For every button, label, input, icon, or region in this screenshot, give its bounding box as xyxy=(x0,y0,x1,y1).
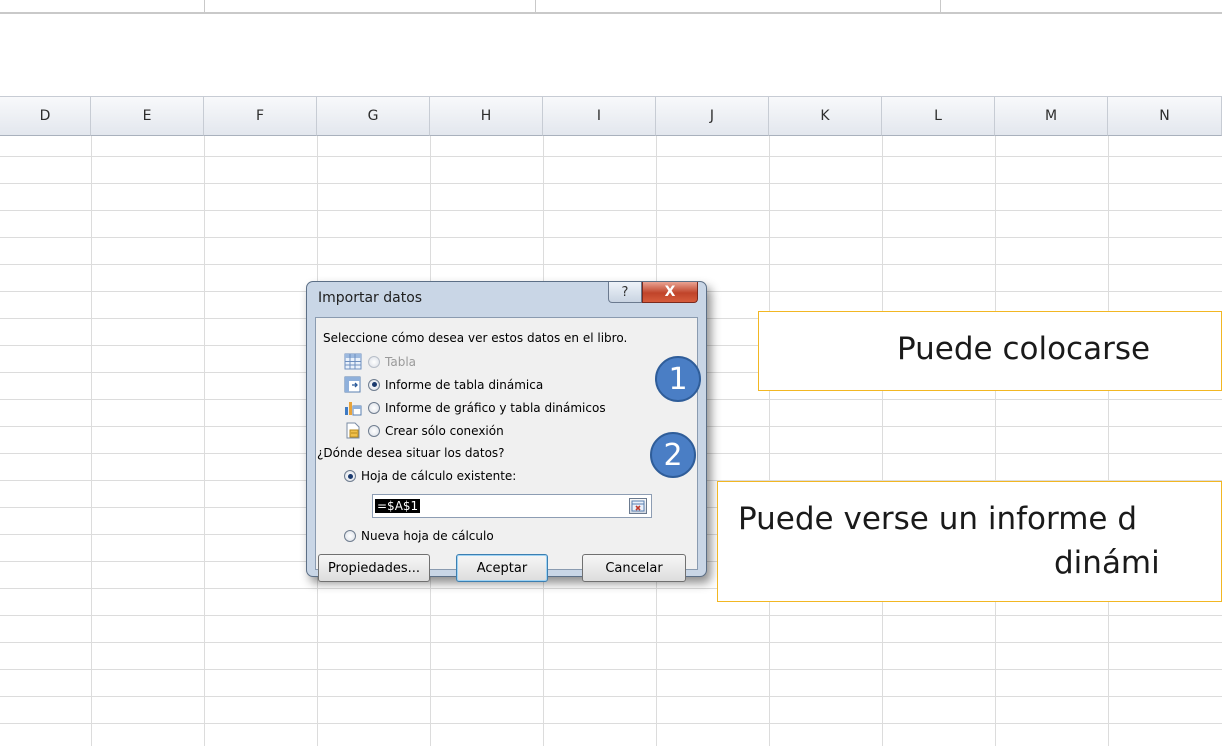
top-strip-divider xyxy=(535,0,536,12)
pivot-table-icon xyxy=(344,376,362,393)
import-data-dialog: Importar datos ? X Seleccione cómo desea… xyxy=(306,281,707,582)
view-prompt: Seleccione cómo desea ver estos datos en… xyxy=(323,331,628,345)
row-gridline xyxy=(0,696,1222,697)
option-connection-only[interactable]: Crear sólo conexión xyxy=(344,422,504,439)
location-prompt: ¿Dónde desea situar los datos? xyxy=(317,446,505,460)
close-icon: X xyxy=(664,284,676,300)
top-strip xyxy=(0,0,1222,14)
option-connection-only-label: Crear sólo conexión xyxy=(385,423,504,438)
option-pivot-chart[interactable]: Informe de gráfico y tabla dinámicos xyxy=(344,399,606,416)
pivot-chart-icon xyxy=(344,399,362,416)
dialog-title: Importar datos xyxy=(318,290,423,306)
column-header-k[interactable]: K xyxy=(769,96,882,136)
row-gridline xyxy=(0,237,1222,238)
option-table-label: Tabla xyxy=(385,354,417,369)
option-pivot-chart-label: Informe de gráfico y tabla dinámicos xyxy=(385,400,606,415)
reference-value: =$A$1 xyxy=(375,499,421,513)
radio-pivot-chart[interactable] xyxy=(368,401,380,414)
option-pivot-table-label: Informe de tabla dinámica xyxy=(385,377,544,392)
option-existing-sheet-label: Hoja de cálculo existente: xyxy=(361,469,517,483)
title-buttons: ? X xyxy=(608,282,698,303)
row-gridline xyxy=(0,669,1222,670)
cancel-button[interactable]: Cancelar xyxy=(582,554,686,582)
top-strip-divider xyxy=(940,0,941,12)
callout-2-line-2: dinámi xyxy=(1054,545,1160,581)
option-pivot-table[interactable]: Informe de tabla dinámica xyxy=(344,376,543,393)
range-select-icon xyxy=(631,500,645,512)
radio-new-sheet[interactable] xyxy=(344,530,356,542)
top-strip-divider xyxy=(204,0,205,12)
column-gridline xyxy=(769,136,770,746)
table-icon xyxy=(344,353,362,370)
radio-pivot-table[interactable] xyxy=(368,378,380,391)
column-header-j[interactable]: J xyxy=(656,96,769,136)
close-button[interactable]: X xyxy=(642,282,698,303)
column-header-h[interactable]: H xyxy=(430,96,543,136)
column-header-d[interactable]: D xyxy=(0,96,91,136)
row-gridline xyxy=(0,210,1222,211)
ok-button[interactable]: Aceptar xyxy=(456,554,548,582)
dialog-body: Seleccione cómo desea ver estos datos en… xyxy=(315,317,698,582)
radio-table[interactable] xyxy=(368,355,380,368)
help-icon: ? xyxy=(621,284,629,300)
callout-1-text: Puede colocarse xyxy=(897,331,1151,367)
column-gridline xyxy=(995,136,996,746)
column-gridline xyxy=(882,136,883,746)
callout-box-2: Puede verse un informe d dinámi xyxy=(717,481,1222,602)
row-gridline xyxy=(0,156,1222,157)
option-new-sheet-label: Nueva hoja de cálculo xyxy=(361,529,494,543)
help-button[interactable]: ? xyxy=(608,282,642,303)
step-marker-2: 2 xyxy=(650,432,696,478)
column-header-l[interactable]: L xyxy=(882,96,995,136)
option-table[interactable]: Tabla xyxy=(344,353,416,370)
option-existing-sheet[interactable]: Hoja de cálculo existente: xyxy=(344,469,516,483)
column-header-e[interactable]: E xyxy=(91,96,204,136)
radio-existing-sheet[interactable] xyxy=(344,470,356,482)
column-header-i[interactable]: I xyxy=(543,96,656,136)
properties-button[interactable]: Propiedades... xyxy=(318,554,430,582)
row-gridline xyxy=(0,264,1222,265)
radio-connection-only[interactable] xyxy=(368,424,380,437)
row-gridline xyxy=(0,183,1222,184)
column-gridline xyxy=(91,136,92,746)
callout-2-line-1: Puede verse un informe d xyxy=(738,501,1138,537)
collapse-dialog-button[interactable] xyxy=(629,498,647,514)
callout-box-1: Puede colocarse xyxy=(758,311,1222,391)
step-marker-1: 1 xyxy=(655,356,701,402)
option-new-sheet[interactable]: Nueva hoja de cálculo xyxy=(344,529,494,543)
column-header-f[interactable]: F xyxy=(204,96,317,136)
column-header-n[interactable]: N xyxy=(1108,96,1222,136)
column-gridline xyxy=(204,136,205,746)
reference-input[interactable]: =$A$1 xyxy=(372,494,652,518)
row-gridline xyxy=(0,642,1222,643)
column-gridline xyxy=(1108,136,1109,746)
row-gridline xyxy=(0,615,1222,616)
column-header-g[interactable]: G xyxy=(317,96,430,136)
connection-icon xyxy=(344,422,362,439)
row-gridline xyxy=(0,723,1222,724)
column-header-m[interactable]: M xyxy=(995,96,1108,136)
